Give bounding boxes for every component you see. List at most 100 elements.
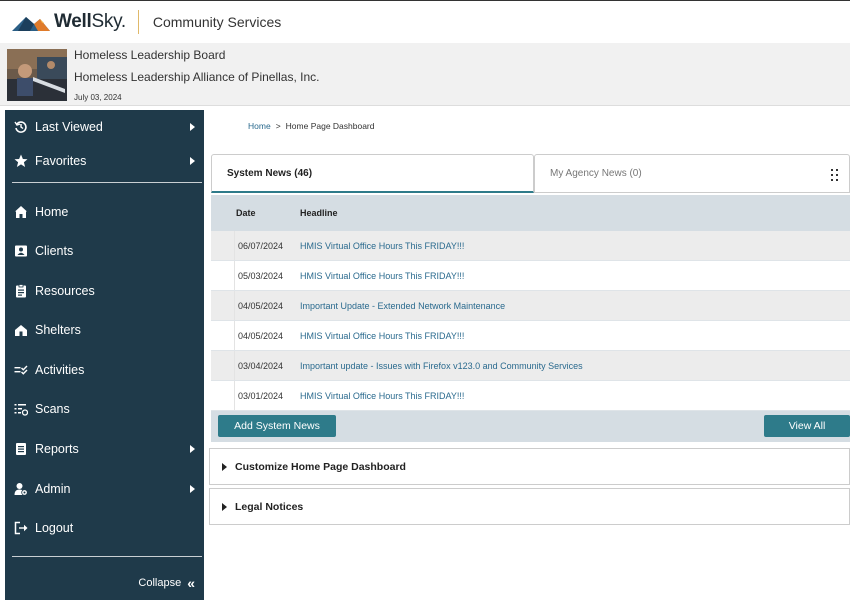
- agency-name: Homeless Leadership Board: [74, 48, 226, 62]
- clipboard-icon: [13, 283, 29, 299]
- agency-banner: Homeless Leadership Board Homeless Leade…: [0, 43, 850, 106]
- news-headline-link[interactable]: HMIS Virtual Office Hours This FRIDAY!!!: [300, 241, 464, 251]
- section-title: Legal Notices: [235, 500, 304, 513]
- checklist-icon: [13, 362, 29, 378]
- table-row: 04/05/2024 HMIS Virtual Office Hours Thi…: [211, 321, 850, 351]
- news-table-header: Date Headline: [211, 195, 850, 231]
- caret-right-icon: [222, 502, 227, 511]
- tab-label: My Agency News (0): [550, 168, 642, 179]
- table-row: 04/05/2024 Important Update - Extended N…: [211, 291, 850, 321]
- news-headline-link[interactable]: Important Update - Extended Network Main…: [300, 301, 505, 311]
- news-date: 03/04/2024: [238, 361, 284, 371]
- sidebar-item-home[interactable]: Home: [5, 197, 204, 227]
- news-table-footer: Add System News View All: [211, 411, 850, 442]
- sidebar-item-label: Admin: [35, 482, 71, 496]
- sidebar-item-shelters[interactable]: Shelters: [5, 315, 204, 345]
- view-all-button[interactable]: View All: [764, 415, 850, 437]
- sidebar-item-label: Activities: [35, 363, 85, 377]
- sidebar-item-label: Home: [35, 205, 69, 219]
- breadcrumb: Home > Home Page Dashboard: [248, 121, 375, 131]
- sidebar-item-last-viewed[interactable]: Last Viewed: [5, 112, 204, 142]
- breadcrumb-current: Home Page Dashboard: [285, 121, 375, 131]
- sidebar-item-label: Last Viewed: [35, 120, 103, 134]
- sidebar-item-logout[interactable]: Logout: [5, 513, 204, 543]
- sidebar-item-label: Scans: [35, 402, 70, 416]
- app-name: Community Services: [152, 14, 282, 30]
- sidebar-item-resources[interactable]: Resources: [5, 276, 204, 306]
- sidebar-item-label: Clients: [35, 244, 74, 258]
- home-icon: [13, 204, 29, 220]
- tab-system-news[interactable]: System News (46): [211, 154, 534, 193]
- chevron-right-icon: [190, 445, 195, 453]
- row-gutter: [211, 261, 235, 290]
- id-card-icon: [13, 243, 29, 259]
- sidebar-item-clients[interactable]: Clients: [5, 236, 204, 266]
- row-gutter: [211, 381, 235, 410]
- star-icon: [13, 153, 29, 169]
- news-date: 03/01/2024: [238, 391, 284, 401]
- drag-handle-icon[interactable]: [831, 169, 839, 181]
- sidebar-item-favorites[interactable]: Favorites: [5, 146, 204, 176]
- table-row: 06/07/2024 HMIS Virtual Office Hours Thi…: [211, 231, 850, 261]
- breadcrumb-home-link[interactable]: Home: [248, 121, 271, 131]
- collapse-sidebar-button[interactable]: Collapse «: [138, 575, 195, 591]
- add-system-news-button[interactable]: Add System News: [218, 415, 336, 437]
- row-gutter: [211, 351, 235, 380]
- column-header-headline[interactable]: Headline: [300, 208, 338, 218]
- wellsky-mountain-icon: [12, 17, 50, 31]
- top-header: WellSky. Community Services: [0, 0, 850, 43]
- sidebar-item-label: Logout: [35, 521, 74, 535]
- news-headline-link[interactable]: Important update - Issues with Firefox v…: [300, 361, 583, 371]
- chevron-right-icon: [190, 123, 195, 131]
- news-headline-link[interactable]: HMIS Virtual Office Hours This FRIDAY!!!: [300, 271, 464, 281]
- header-divider: [137, 10, 139, 34]
- sidebar: Last Viewed Favorites Home Clients Resou…: [5, 110, 204, 600]
- news-date: 04/05/2024: [238, 331, 284, 341]
- wellsky-logo[interactable]: WellSky.: [12, 1, 126, 43]
- caret-right-icon: [222, 462, 227, 471]
- collapse-label: Collapse: [138, 577, 182, 589]
- house-icon: [13, 322, 29, 338]
- row-gutter: [211, 321, 235, 350]
- news-panel: System News (46) My Agency News (0) Date…: [211, 154, 850, 442]
- legal-notices-section[interactable]: Legal Notices: [209, 488, 850, 525]
- agency-full-name: Homeless Leadership Alliance of Pinellas…: [74, 70, 320, 84]
- table-row: 03/01/2024 HMIS Virtual Office Hours Thi…: [211, 381, 850, 411]
- row-gutter: [211, 231, 235, 260]
- chevron-right-icon: [190, 157, 195, 165]
- news-date: 05/03/2024: [238, 271, 284, 281]
- report-icon: [13, 441, 29, 457]
- news-headline-link[interactable]: HMIS Virtual Office Hours This FRIDAY!!!: [300, 391, 464, 401]
- app-root: WellSky. Community Services Homeless Lea…: [0, 0, 850, 600]
- agency-date: July 03, 2024: [74, 93, 122, 102]
- sidebar-item-label: Favorites: [35, 154, 87, 168]
- scan-list-icon: [13, 401, 29, 417]
- sidebar-divider: [12, 182, 202, 183]
- table-row: 05/03/2024 HMIS Virtual Office Hours Thi…: [211, 261, 850, 291]
- chevron-right-icon: [190, 485, 195, 493]
- double-chevron-left-icon: «: [187, 575, 195, 591]
- column-header-date[interactable]: Date: [236, 208, 256, 218]
- agency-photo: [7, 49, 67, 101]
- sidebar-divider: [12, 556, 202, 557]
- news-headline-link[interactable]: HMIS Virtual Office Hours This FRIDAY!!!: [300, 331, 464, 341]
- table-row: 03/04/2024 Important update - Issues wit…: [211, 351, 850, 381]
- history-icon: [13, 119, 29, 135]
- row-gutter: [211, 291, 235, 320]
- news-date: 04/05/2024: [238, 301, 284, 311]
- breadcrumb-separator: >: [275, 121, 281, 131]
- sidebar-item-label: Shelters: [35, 323, 81, 337]
- section-title: Customize Home Page Dashboard: [235, 460, 406, 473]
- admin-gear-icon: [13, 481, 29, 497]
- customize-dashboard-section[interactable]: Customize Home Page Dashboard: [209, 448, 850, 485]
- sidebar-item-admin[interactable]: Admin: [5, 474, 204, 504]
- sidebar-item-label: Reports: [35, 442, 79, 456]
- sidebar-item-label: Resources: [35, 284, 95, 298]
- tab-my-agency-news[interactable]: My Agency News (0): [534, 154, 850, 193]
- news-date: 06/07/2024: [238, 241, 284, 251]
- sidebar-item-scans[interactable]: Scans: [5, 394, 204, 424]
- sidebar-item-activities[interactable]: Activities: [5, 355, 204, 385]
- wellsky-wordmark: WellSky.: [54, 11, 126, 32]
- sidebar-item-reports[interactable]: Reports: [5, 434, 204, 464]
- logout-icon: [13, 520, 29, 536]
